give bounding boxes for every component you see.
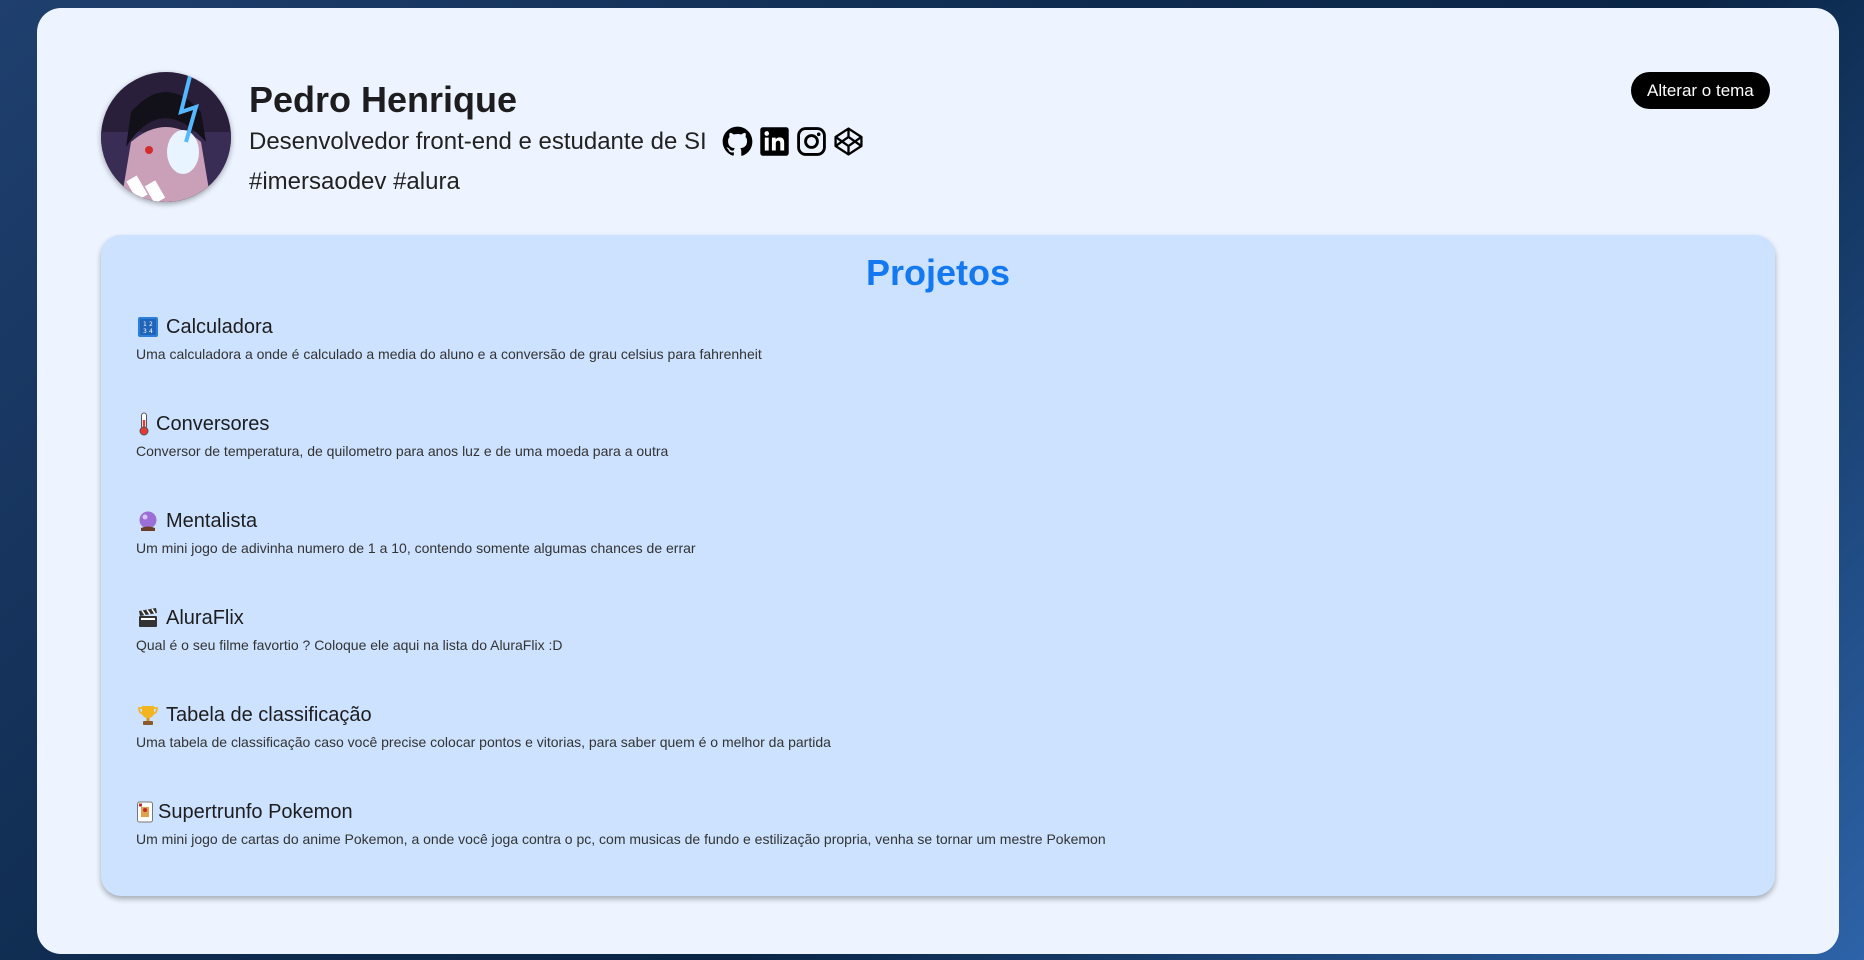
- linkedin-icon[interactable]: [758, 125, 791, 158]
- github-icon[interactable]: [721, 125, 754, 158]
- project-head: AluraFlix: [136, 605, 1106, 631]
- project-name[interactable]: Tabela de classificação: [166, 704, 372, 727]
- svg-text:1: 1: [143, 321, 147, 328]
- project-head: Conversores: [136, 411, 1106, 437]
- project-description: Um mini jogo de adivinha numero de 1 a 1…: [136, 540, 696, 556]
- project-item-mentalista: Mentalista Um mini jogo de adivinha nume…: [136, 508, 1106, 605]
- trophy-icon: [136, 703, 160, 727]
- codepen-icon[interactable]: [832, 125, 865, 158]
- project-description: Uma calculadora a onde é calculado a med…: [136, 346, 762, 362]
- profile-info: Pedro Henrique Desenvolvedor front-end e…: [249, 78, 865, 196]
- projects-section: Projetos 1234 Calculadora Uma calculador…: [101, 235, 1775, 896]
- subtitle-row: Desenvolvedor front-end e estudante de S…: [249, 125, 865, 158]
- thermometer-icon: [136, 412, 152, 436]
- project-description: Qual é o seu filme favortio ? Coloque el…: [136, 637, 563, 653]
- playing-card-icon: [136, 800, 154, 824]
- svg-text:3: 3: [143, 328, 147, 335]
- project-description: Uma tabela de classificação caso você pr…: [136, 734, 831, 750]
- project-item-calculadora: 1234 Calculadora Uma calculadora a onde …: [136, 314, 1106, 411]
- instagram-icon[interactable]: [795, 125, 828, 158]
- crystal-ball-icon: [136, 509, 160, 533]
- project-name[interactable]: Mentalista: [166, 510, 257, 533]
- social-links: [721, 125, 865, 158]
- projects-title: Projetos: [865, 252, 1011, 293]
- profile-subtitle: Desenvolvedor front-end e estudante de S…: [249, 127, 707, 155]
- profile-header: Pedro Henrique Desenvolvedor front-end e…: [101, 72, 865, 202]
- project-name[interactable]: Calculadora: [166, 316, 273, 339]
- project-list: 1234 Calculadora Uma calculadora a onde …: [136, 314, 1106, 896]
- project-item-tabela: Tabela de classificação Uma tabela de cl…: [136, 702, 1106, 799]
- project-description: Conversor de temperatura, de quilometro …: [136, 443, 669, 459]
- project-head: Supertrunfo Pokemon: [136, 799, 1106, 825]
- profile-name: Pedro Henrique: [249, 79, 518, 120]
- toggle-theme-button[interactable]: Alterar o tema: [1631, 72, 1770, 109]
- project-name[interactable]: AluraFlix: [166, 607, 244, 630]
- project-name[interactable]: Conversores: [156, 413, 269, 436]
- input-numbers-icon: 1234: [136, 315, 160, 339]
- clapper-board-icon: [136, 606, 160, 630]
- project-name[interactable]: Supertrunfo Pokemon: [158, 801, 353, 824]
- profile-hashtags: #imersaodev #alura: [249, 168, 460, 196]
- profile-card: Pedro Henrique Desenvolvedor front-end e…: [37, 8, 1839, 954]
- project-item-supertrunfo: Supertrunfo Pokemon Um mini jogo de cart…: [136, 799, 1106, 896]
- svg-text:4: 4: [149, 328, 153, 335]
- project-head: 1234 Calculadora: [136, 314, 1106, 340]
- project-item-conversores: Conversores Conversor de temperatura, de…: [136, 411, 1106, 508]
- project-head: Mentalista: [136, 508, 1106, 534]
- project-item-aluraflix: AluraFlix Qual é o seu filme favortio ? …: [136, 605, 1106, 702]
- avatar: [101, 72, 231, 202]
- svg-text:2: 2: [149, 321, 153, 328]
- project-description: Um mini jogo de cartas do anime Pokemon,…: [136, 831, 1106, 847]
- project-head: Tabela de classificação: [136, 702, 1106, 728]
